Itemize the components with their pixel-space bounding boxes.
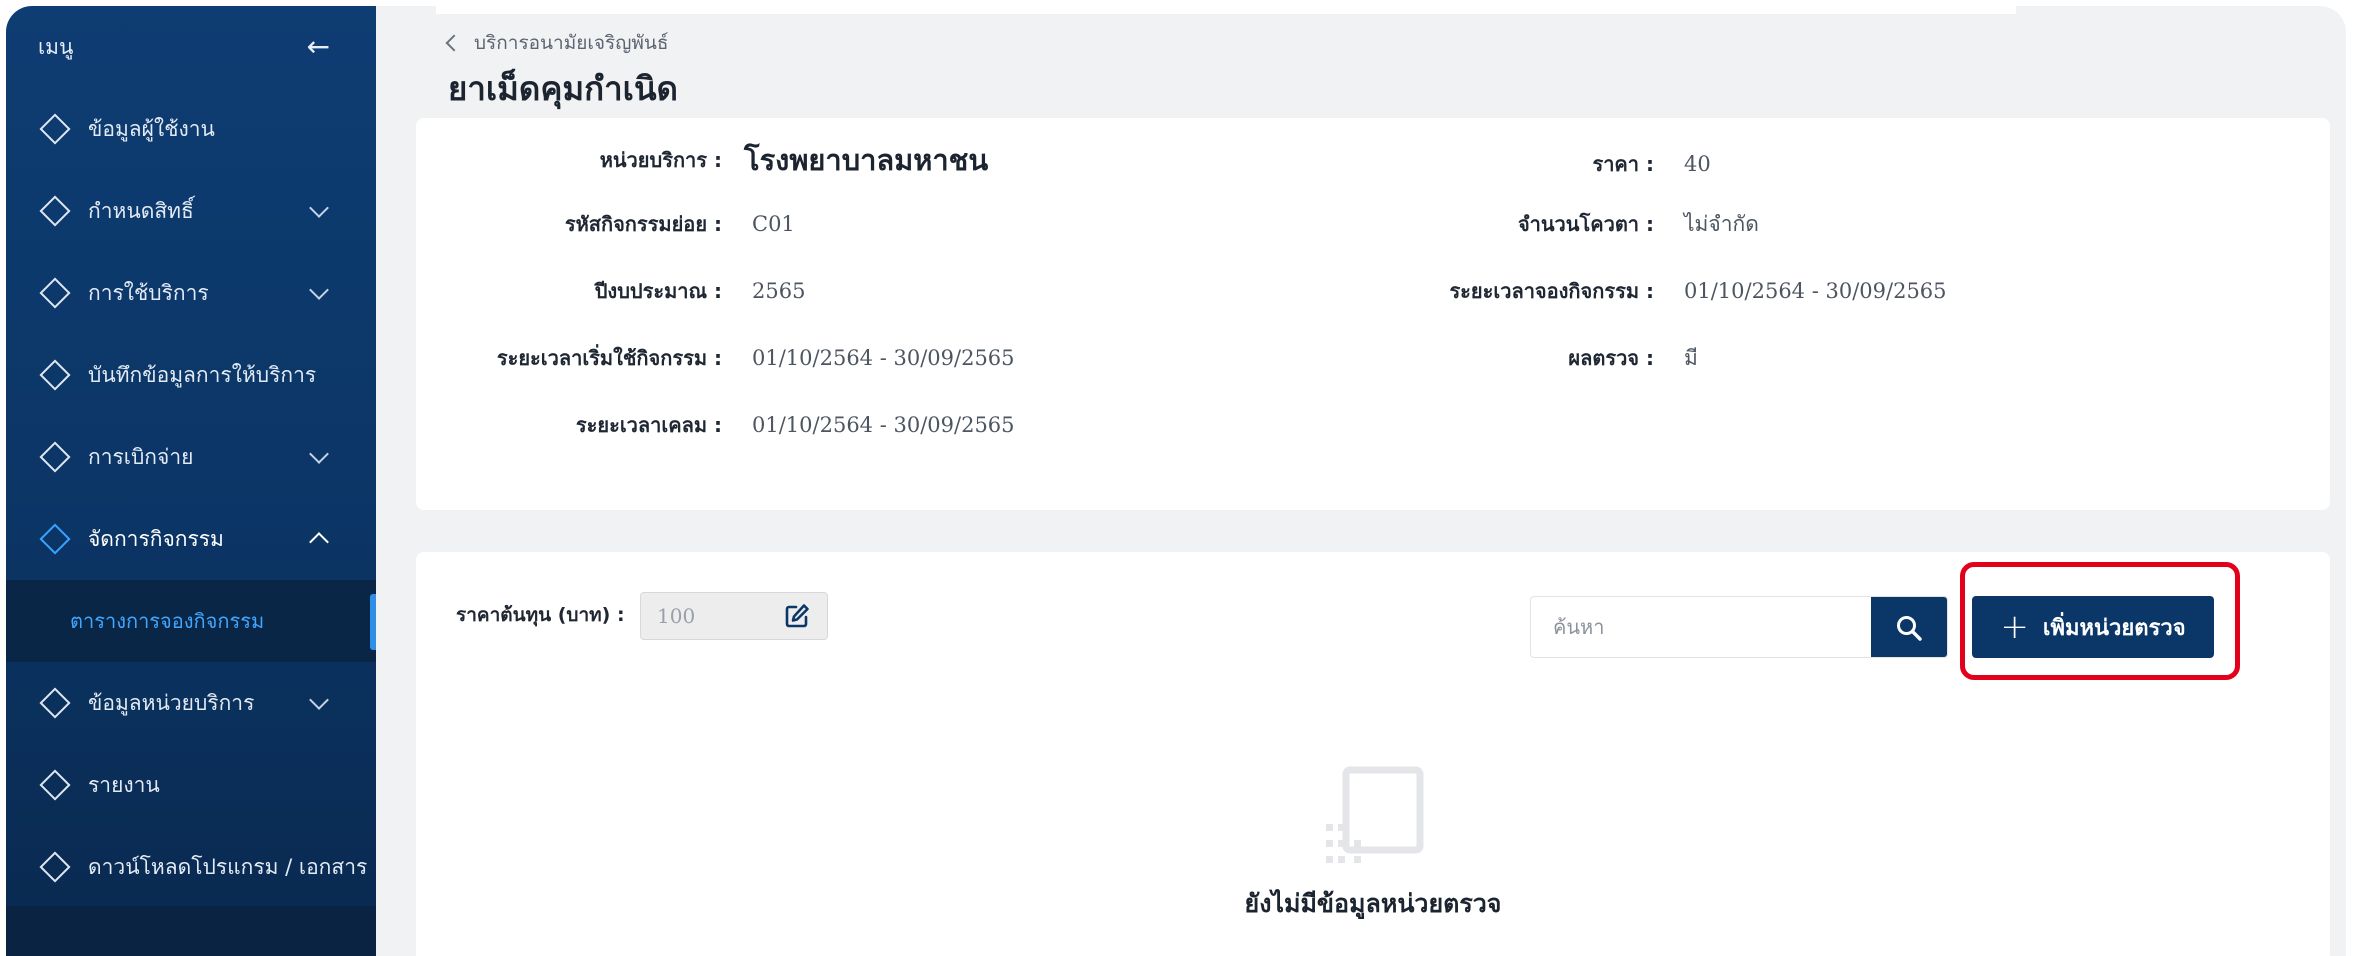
info-label: ผลตรวจ : [1568,346,1654,370]
diamond-icon [39,359,71,391]
sidebar-header: เมนู ← [6,6,376,88]
diamond-icon [39,441,71,473]
info-row-price: ราคา : 40 [416,144,1711,184]
sidebar: เมนู ← ข้อมูลผู้ใช้งาน กำหนดสิทธิ์ การใช… [6,6,376,956]
inspection-unit-list-card: ราคาต้นทุน (บาท) : 100 + [416,552,2330,956]
sidebar-item-service-unit-info[interactable]: ข้อมูลหน่วยบริการ [6,662,376,744]
cost-value: 100 [657,604,696,628]
sidebar-item-user-info[interactable]: ข้อมูลผู้ใช้งาน [6,88,376,170]
sidebar-item-label: รายงาน [88,772,160,797]
sidebar-item-label: การเบิกจ่าย [88,444,194,469]
diamond-icon [39,687,71,719]
sidebar-subitem-booking-schedule[interactable]: ตารางการจองกิจกรรม [6,580,376,662]
sidebar-item-label: ดาวน์โหลดโปรแกรม / เอกสาร [88,854,368,879]
sidebar-title: เมนู [38,34,74,59]
main-content: บริการอนามัยเจริญพันธ์ ยาเม็ดคุมกำเนิด ห… [376,6,2346,956]
cost-label: ราคาต้นทุน (บาท) : [456,604,625,626]
empty-state-icon [1326,766,1424,863]
sidebar-subitem-label: ตารางการจองกิจกรรม [70,609,265,633]
empty-state-message: ยังไม่มีข้อมูลหน่วยตรวจ [1244,889,1502,918]
chevron-left-icon [445,34,463,52]
highlight-annotation [1960,562,2240,680]
info-label: ราคา : [1592,152,1654,176]
sidebar-item-reports[interactable]: รายงาน [6,744,376,826]
sidebar-item-manage-activities[interactable]: จัดการกิจกรรม [6,498,376,580]
top-strip [436,6,2016,14]
edit-icon[interactable] [783,602,811,630]
sidebar-item-label: กำหนดสิทธิ์ [88,198,194,223]
sidebar-item-service-usage[interactable]: การใช้บริการ [6,252,376,334]
search-icon [1897,616,1922,641]
diamond-icon [39,523,71,555]
sidebar-item-label: ข้อมูลหน่วยบริการ [88,690,255,715]
sidebar-item-label: การใช้บริการ [88,280,209,305]
page-title: ยาเม็ดคุมกำเนิด [448,69,678,108]
info-label: ระยะเวลาจองกิจกรรม : [1449,279,1654,303]
info-label: ระยะเวลาเคลม : [575,413,722,437]
collapse-arrow-icon[interactable]: ← [307,33,330,61]
search-input[interactable] [1531,597,1871,657]
sidebar-item-service-records[interactable]: บันทึกข้อมูลการให้บริการ [6,334,376,416]
sidebar-footer [6,906,376,956]
info-value: 01/10/2564 - 30/09/2565 [1684,279,1947,303]
info-value: 01/10/2564 - 30/09/2565 [752,413,1015,437]
diamond-icon [39,195,71,227]
chevron-up-icon [309,532,329,552]
breadcrumb[interactable]: บริการอนามัยเจริญพันธ์ [445,28,669,58]
chevron-down-icon [309,690,329,710]
sidebar-item-permissions[interactable]: กำหนดสิทธิ์ [6,170,376,252]
search-button[interactable] [1871,597,1947,657]
chevron-down-icon [309,198,329,218]
sidebar-item-downloads[interactable]: ดาวน์โหลดโปรแกรม / เอกสาร [6,826,376,908]
sidebar-item-label: บันทึกข้อมูลการให้บริการ [88,362,317,387]
diamond-icon [39,277,71,309]
sidebar-item-label: ข้อมูลผู้ใช้งาน [88,116,215,141]
info-label: จำนวนโควตา : [1517,212,1654,236]
info-row-test-result: ผลตรวจ : มี [416,338,1698,378]
chevron-down-icon [309,444,329,464]
diamond-icon [39,851,71,883]
app-frame: เมนู ← ข้อมูลผู้ใช้งาน กำหนดสิทธิ์ การใช… [6,6,2346,956]
diamond-icon [39,113,71,145]
info-row-booking-period: ระยะเวลาจองกิจกรรม : 01/10/2564 - 30/09/… [416,271,1947,311]
breadcrumb-text: บริการอนามัยเจริญพันธ์ [474,32,669,54]
info-value: มี [1684,345,1698,370]
chevron-down-icon [309,280,329,300]
diamond-icon [39,769,71,801]
sidebar-item-disbursement[interactable]: การเบิกจ่าย [6,416,376,498]
sidebar-item-label: จัดการกิจกรรม [88,526,224,551]
info-row-claim-period: ระยะเวลาเคลม : 01/10/2564 - 30/09/2565 [416,405,1015,445]
info-value: 40 [1684,152,1711,176]
info-value: ไม่จำกัด [1684,211,1759,236]
cost-field: 100 [640,592,828,640]
search-box [1530,596,1948,658]
info-row-quota: จำนวนโควตา : ไม่จำกัด [416,204,1759,244]
activity-info-card: หน่วยบริการ : โรงพยาบาลมหาชน รหัสกิจกรรม… [416,118,2330,510]
